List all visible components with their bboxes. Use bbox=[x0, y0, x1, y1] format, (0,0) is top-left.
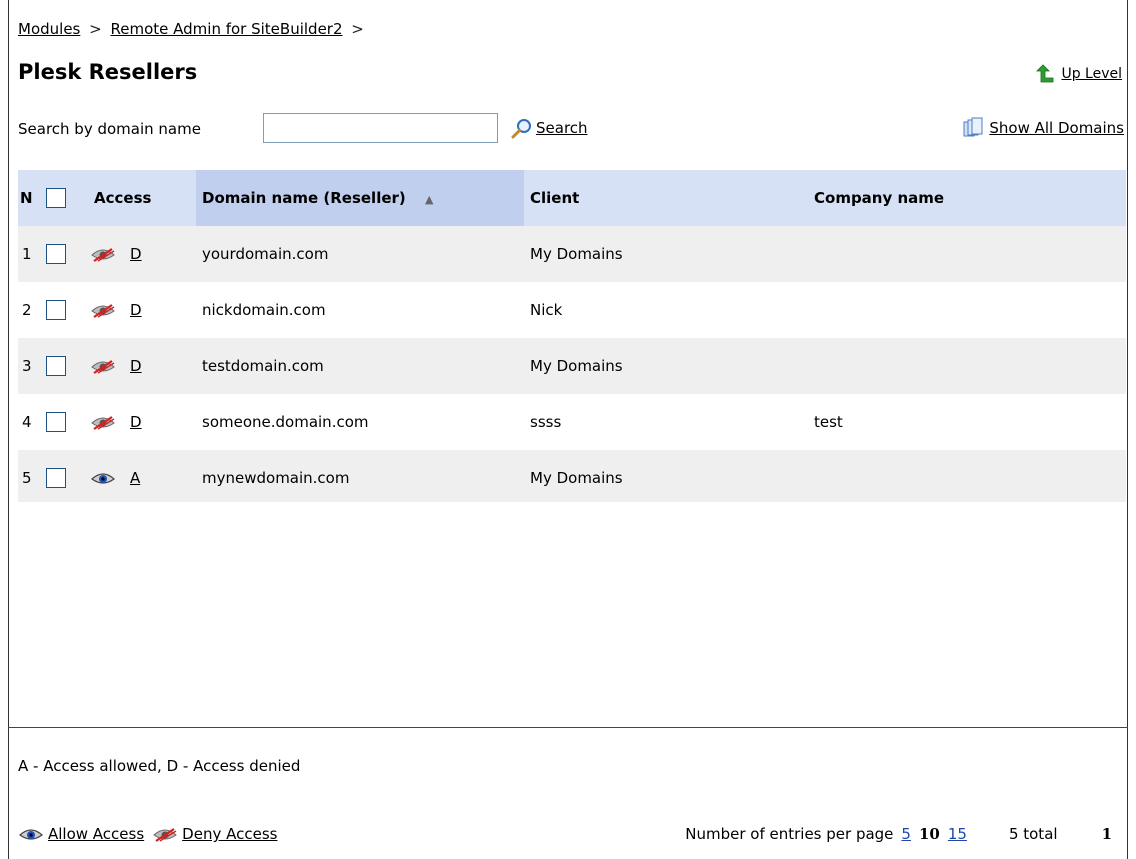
row-number: 4 bbox=[18, 394, 40, 450]
deny-eye-icon[interactable] bbox=[90, 302, 116, 318]
sort-ascending-icon: ▲ bbox=[425, 193, 434, 206]
domain-name: testdomain.com bbox=[196, 338, 524, 394]
row-number: 5 bbox=[18, 450, 40, 506]
resellers-table: N Access Domain name (Reseller) ▲ Client… bbox=[18, 170, 1126, 506]
column-header-domain-label[interactable]: Domain name (Reseller) bbox=[202, 189, 406, 207]
up-arrow-icon bbox=[1035, 64, 1055, 84]
row-checkbox[interactable] bbox=[46, 356, 66, 376]
deny-access-button[interactable]: Deny Access bbox=[182, 825, 277, 843]
up-level-label[interactable]: Up Level bbox=[1061, 66, 1122, 82]
entries-per-page-label: Number of entries per page bbox=[685, 825, 894, 843]
deny-eye-icon[interactable] bbox=[90, 246, 116, 262]
breadcrumb-separator: > bbox=[89, 20, 102, 38]
access-status-link[interactable]: A bbox=[130, 469, 140, 487]
client-name: ssss bbox=[524, 394, 808, 450]
company-name bbox=[808, 338, 1126, 394]
table-row: 1 D yourdomain.com My Domains bbox=[18, 226, 1126, 282]
access-status-link[interactable]: D bbox=[130, 245, 142, 263]
per-page-option-5[interactable]: 5 bbox=[901, 825, 911, 843]
page-title: Plesk Resellers bbox=[18, 60, 198, 84]
column-header-access: Access bbox=[82, 170, 196, 226]
client-name: Nick bbox=[524, 282, 808, 338]
pages-icon bbox=[962, 117, 984, 139]
row-number: 2 bbox=[18, 282, 40, 338]
table-row: 3 D testdomain.com My Domains bbox=[18, 338, 1126, 394]
client-name: My Domains bbox=[524, 450, 808, 506]
table-header-row: N Access Domain name (Reseller) ▲ Client… bbox=[18, 170, 1126, 226]
bulk-actions: Allow Access Deny Access bbox=[18, 825, 277, 843]
row-checkbox[interactable] bbox=[46, 300, 66, 320]
search-bar: Search by domain name Search Show All Do… bbox=[18, 113, 1124, 147]
magnifier-icon bbox=[511, 117, 533, 139]
column-header-n: N bbox=[18, 170, 40, 226]
column-header-company: Company name bbox=[808, 170, 1126, 226]
search-button-label[interactable]: Search bbox=[536, 119, 588, 137]
per-page-option-10: 10 bbox=[918, 825, 940, 843]
footer-bar: Allow Access Deny Access Number of entri… bbox=[18, 825, 1122, 849]
company-name bbox=[808, 226, 1126, 282]
access-legend: A - Access allowed, D - Access denied bbox=[18, 757, 301, 775]
row-checkbox[interactable] bbox=[46, 412, 66, 432]
allow-access-button[interactable]: Allow Access bbox=[48, 825, 144, 843]
search-input[interactable] bbox=[263, 113, 498, 143]
client-name: My Domains bbox=[524, 338, 808, 394]
access-status-link[interactable]: D bbox=[130, 413, 142, 431]
select-all-checkbox[interactable] bbox=[46, 188, 66, 208]
table-row: 4 D someone.domain.com ssss test bbox=[18, 394, 1126, 450]
breadcrumb: Modules > Remote Admin for SiteBuilder2 … bbox=[18, 20, 368, 38]
deny-eye-icon[interactable] bbox=[90, 358, 116, 374]
access-status-link[interactable]: D bbox=[130, 357, 142, 375]
table-row: 5 A mynewdomain.com My Domains bbox=[18, 450, 1126, 506]
divider bbox=[8, 727, 1128, 728]
column-header-select bbox=[40, 170, 82, 226]
show-all-domains-button[interactable]: Show All Domains bbox=[962, 117, 1124, 139]
table-row: 2 D nickdomain.com Nick bbox=[18, 282, 1126, 338]
pagination: Number of entries per page 5 10 15 5 tot… bbox=[685, 825, 1112, 843]
allow-eye-icon bbox=[18, 826, 44, 842]
table-empty-area bbox=[18, 502, 1126, 727]
up-level-button[interactable]: Up Level bbox=[1035, 64, 1122, 84]
domain-name: yourdomain.com bbox=[196, 226, 524, 282]
total-count: 5 total bbox=[1008, 825, 1058, 843]
search-button[interactable]: Search bbox=[511, 117, 588, 139]
current-page: 1 bbox=[1101, 825, 1112, 843]
column-header-client: Client bbox=[524, 170, 808, 226]
company-name bbox=[808, 450, 1126, 506]
search-label: Search by domain name bbox=[18, 120, 201, 138]
company-name bbox=[808, 282, 1126, 338]
show-all-domains-label[interactable]: Show All Domains bbox=[989, 119, 1124, 137]
row-checkbox[interactable] bbox=[46, 468, 66, 488]
client-name: My Domains bbox=[524, 226, 808, 282]
domain-name: mynewdomain.com bbox=[196, 450, 524, 506]
breadcrumb-modules-link[interactable]: Modules bbox=[18, 20, 80, 38]
row-number: 3 bbox=[18, 338, 40, 394]
column-header-domain[interactable]: Domain name (Reseller) ▲ bbox=[196, 170, 524, 226]
deny-eye-icon[interactable] bbox=[90, 414, 116, 430]
breadcrumb-remote-admin-link[interactable]: Remote Admin for SiteBuilder2 bbox=[111, 20, 343, 38]
row-checkbox[interactable] bbox=[46, 244, 66, 264]
company-name: test bbox=[808, 394, 1126, 450]
domain-name: someone.domain.com bbox=[196, 394, 524, 450]
deny-eye-icon bbox=[152, 826, 178, 842]
breadcrumb-separator: > bbox=[351, 20, 364, 38]
access-status-link[interactable]: D bbox=[130, 301, 142, 319]
allow-eye-icon[interactable] bbox=[90, 470, 116, 486]
domain-name: nickdomain.com bbox=[196, 282, 524, 338]
per-page-option-15[interactable]: 15 bbox=[948, 825, 967, 843]
row-number: 1 bbox=[18, 226, 40, 282]
